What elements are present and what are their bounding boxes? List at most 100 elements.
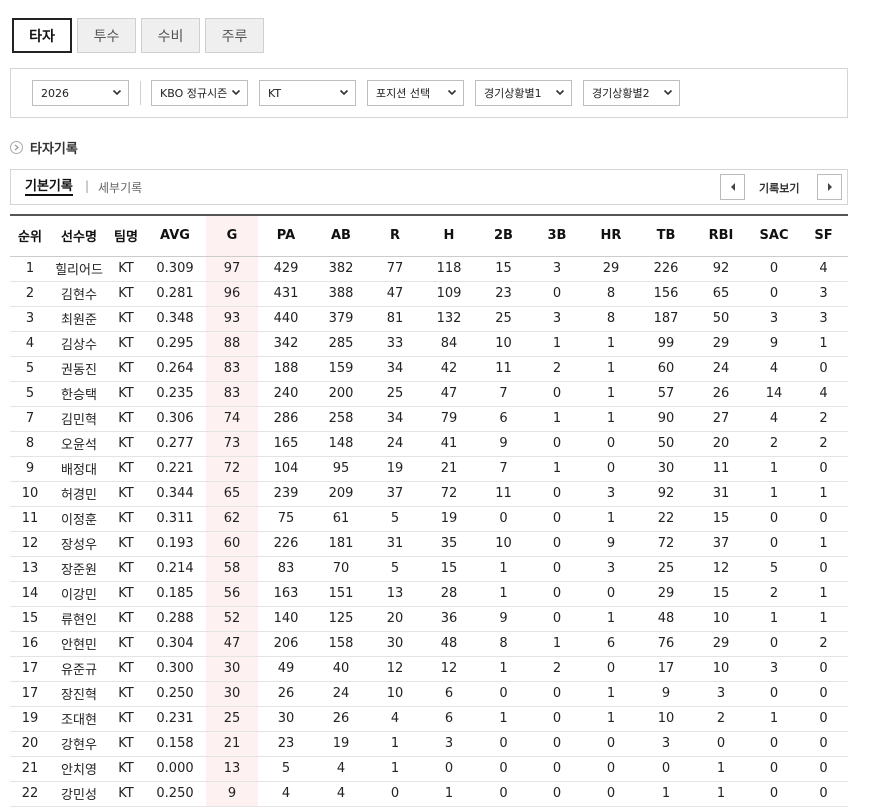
player-name-link[interactable]: 장준원: [50, 556, 108, 582]
table-cell: 109: [422, 281, 476, 307]
player-name-link[interactable]: 권동진: [50, 356, 108, 382]
player-name-link[interactable]: 이정훈: [50, 506, 108, 532]
column-header-g[interactable]: G: [206, 215, 258, 257]
table-cell: 1: [583, 706, 639, 732]
team-select[interactable]: KT: [259, 80, 356, 106]
table-cell: 0.300: [144, 656, 206, 682]
year-select[interactable]: 2026: [32, 80, 129, 106]
table-cell: 7: [476, 456, 531, 482]
table-cell: 76: [639, 631, 693, 657]
column-header-sac[interactable]: SAC: [749, 215, 799, 257]
table-row: 16 안현민 KT 0.304 47 206 158 30 48 8 1 6 76 29 0 2: [10, 631, 848, 657]
player-name-link[interactable]: 강현우: [50, 731, 108, 757]
column-header-팀명[interactable]: 팀명: [108, 215, 144, 257]
column-header-3b[interactable]: 3B: [531, 215, 583, 257]
table-cell: 440: [258, 306, 314, 332]
column-header-ab[interactable]: AB: [314, 215, 368, 257]
column-header-tb[interactable]: TB: [639, 215, 693, 257]
table-cell: 0: [531, 606, 583, 632]
table-cell: KT: [108, 481, 144, 507]
column-header-rbi[interactable]: RBI: [693, 215, 749, 257]
player-name-link[interactable]: 류현인: [50, 606, 108, 632]
player-name-link[interactable]: 안현민: [50, 631, 108, 657]
table-cell: 0: [749, 756, 799, 782]
table-cell: 0: [799, 556, 848, 582]
table-cell: 0.344: [144, 481, 206, 507]
tab-batter[interactable]: 타자: [12, 18, 72, 53]
player-name-link[interactable]: 김상수: [50, 331, 108, 357]
player-name-link[interactable]: 조대현: [50, 706, 108, 732]
player-name-link[interactable]: 최원준: [50, 306, 108, 332]
player-name-link[interactable]: 힐리어드: [50, 256, 108, 282]
column-header-pa[interactable]: PA: [258, 215, 314, 257]
table-cell: 25: [639, 556, 693, 582]
situation2-select[interactable]: 경기상황별2: [583, 80, 680, 106]
subtab-detail-record[interactable]: 세부기록: [98, 179, 142, 196]
table-cell: 50: [693, 306, 749, 332]
subtab-basic-record[interactable]: 기본기록: [25, 179, 73, 196]
table-cell: 72: [422, 481, 476, 507]
table-cell: 20: [368, 606, 422, 632]
table-cell: 50: [639, 431, 693, 457]
table-cell: 11: [10, 506, 50, 532]
table-row: 22 강민성 KT 0.250 9 4 4 0 1 0 0 0 1 1 0 0: [10, 781, 848, 807]
table-row: 14 이강민 KT 0.185 56 163 151 13 28 1 0 0 29 15 2 1: [10, 581, 848, 607]
column-header-avg[interactable]: AVG: [144, 215, 206, 257]
table-cell: 0: [531, 281, 583, 307]
player-name-link[interactable]: 한승택: [50, 381, 108, 407]
next-button[interactable]: [817, 174, 842, 200]
player-name-link[interactable]: 배정대: [50, 456, 108, 482]
tab-fielding[interactable]: 수비: [141, 18, 200, 53]
table-cell: 5: [258, 756, 314, 782]
position-select[interactable]: 포지션 선택: [367, 80, 464, 106]
table-row: 12 장성우 KT 0.193 60 226 181 31 35 10 0 9 72 37 0 1: [10, 531, 848, 557]
table-cell: KT: [108, 656, 144, 682]
table-cell: KT: [108, 306, 144, 332]
table-cell: 0: [749, 731, 799, 757]
table-cell: 11: [693, 456, 749, 482]
column-header-순위[interactable]: 순위: [10, 215, 50, 257]
table-cell: 1: [583, 406, 639, 432]
table-cell: 1: [583, 681, 639, 707]
season-select[interactable]: KBO 정규시즌: [151, 80, 248, 106]
table-cell: KT: [108, 681, 144, 707]
table-cell: 163: [258, 581, 314, 607]
player-name-link[interactable]: 김민혁: [50, 406, 108, 432]
player-name-link[interactable]: 유준규: [50, 656, 108, 682]
table-cell: 0.193: [144, 531, 206, 557]
prev-button[interactable]: [720, 174, 745, 200]
player-name-link[interactable]: 오윤석: [50, 431, 108, 457]
player-name-link[interactable]: 강민성: [50, 781, 108, 807]
player-name-link[interactable]: 김현수: [50, 281, 108, 307]
table-cell: 0.158: [144, 731, 206, 757]
column-header-선수명[interactable]: 선수명: [50, 215, 108, 257]
table-cell: 29: [693, 331, 749, 357]
table-cell: 15: [476, 256, 531, 282]
player-name-link[interactable]: 장진혁: [50, 681, 108, 707]
table-row: 5 한승택 KT 0.235 83 240 200 25 47 7 0 1 57 26 14 4: [10, 381, 848, 407]
column-header-hr[interactable]: HR: [583, 215, 639, 257]
tab-baserunning[interactable]: 주루: [205, 18, 264, 53]
player-name-link[interactable]: 허경민: [50, 481, 108, 507]
column-header-h[interactable]: H: [422, 215, 476, 257]
player-name-link[interactable]: 장성우: [50, 531, 108, 557]
category-tabs: 타자 투수 수비 주루: [12, 18, 264, 53]
table-cell: 0.348: [144, 306, 206, 332]
column-header-sf[interactable]: SF: [799, 215, 848, 257]
column-header-r[interactable]: R: [368, 215, 422, 257]
table-cell: 2: [799, 406, 848, 432]
player-name-link[interactable]: 안치영: [50, 756, 108, 782]
tab-pitcher[interactable]: 투수: [77, 18, 136, 53]
table-cell: 10: [476, 331, 531, 357]
table-cell: 0: [749, 256, 799, 282]
table-cell: 72: [206, 456, 258, 482]
table-cell: 73: [206, 431, 258, 457]
table-cell: 0.231: [144, 706, 206, 732]
player-name-link[interactable]: 이강민: [50, 581, 108, 607]
table-cell: 1: [583, 356, 639, 382]
column-header-2b[interactable]: 2B: [476, 215, 531, 257]
table-cell: 148: [314, 431, 368, 457]
situation1-select[interactable]: 경기상황별1: [475, 80, 572, 106]
table-cell: 52: [206, 606, 258, 632]
subtab-divider: |: [85, 179, 90, 193]
